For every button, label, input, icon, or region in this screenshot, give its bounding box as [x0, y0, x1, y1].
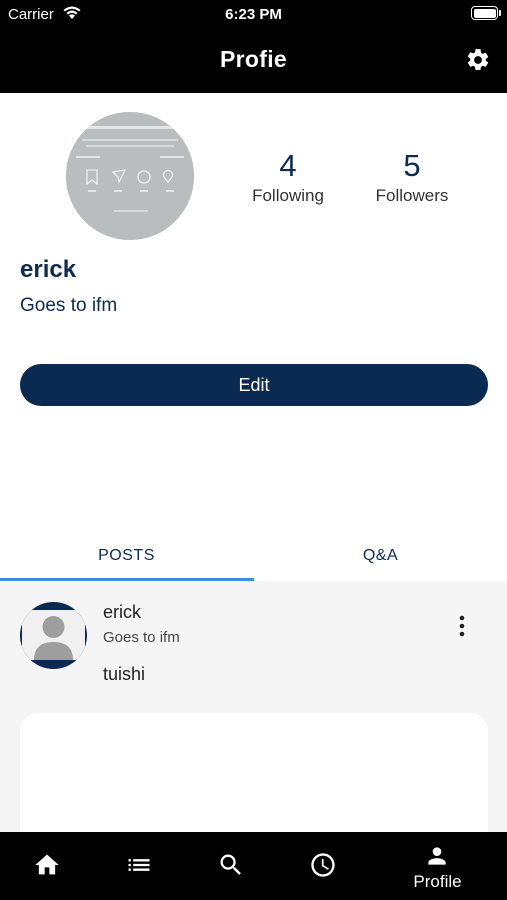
page-title: Profie [220, 46, 287, 72]
person-icon [34, 616, 73, 660]
post-author-avatar[interactable] [20, 602, 87, 669]
list-icon[interactable] [125, 851, 153, 879]
following-label[interactable]: Following [238, 186, 338, 206]
followers-count[interactable]: 5 [362, 148, 462, 184]
avatar-placeholder [22, 610, 85, 660]
following-count[interactable]: 4 [238, 148, 338, 184]
profile-icon[interactable] [424, 843, 450, 869]
home-icon[interactable] [33, 851, 61, 879]
battery-tip [499, 10, 501, 16]
post-author-subtitle: Goes to ifm [103, 629, 180, 646]
more-vert-icon[interactable] [452, 614, 472, 638]
status-time: 6:23 PM [225, 6, 282, 23]
battery-icon [471, 6, 498, 20]
post-text: tuishi [103, 664, 146, 684]
followers-label[interactable]: Followers [362, 186, 462, 206]
post-author-name[interactable]: erick [103, 602, 141, 623]
nav-profile-label[interactable]: Profile [400, 872, 475, 892]
avatar-image [66, 112, 194, 240]
edit-profile-button[interactable]: Edit [20, 364, 488, 406]
profile-bio: Goes to ifm [20, 295, 118, 316]
history-icon[interactable] [309, 851, 337, 879]
tab-qa[interactable]: Q&A [254, 530, 507, 582]
profile-username: erick [20, 256, 77, 283]
gear-icon[interactable] [465, 47, 491, 73]
profile-avatar[interactable] [66, 112, 194, 240]
search-icon[interactable] [217, 851, 245, 879]
tab-posts[interactable]: POSTS [0, 530, 253, 582]
